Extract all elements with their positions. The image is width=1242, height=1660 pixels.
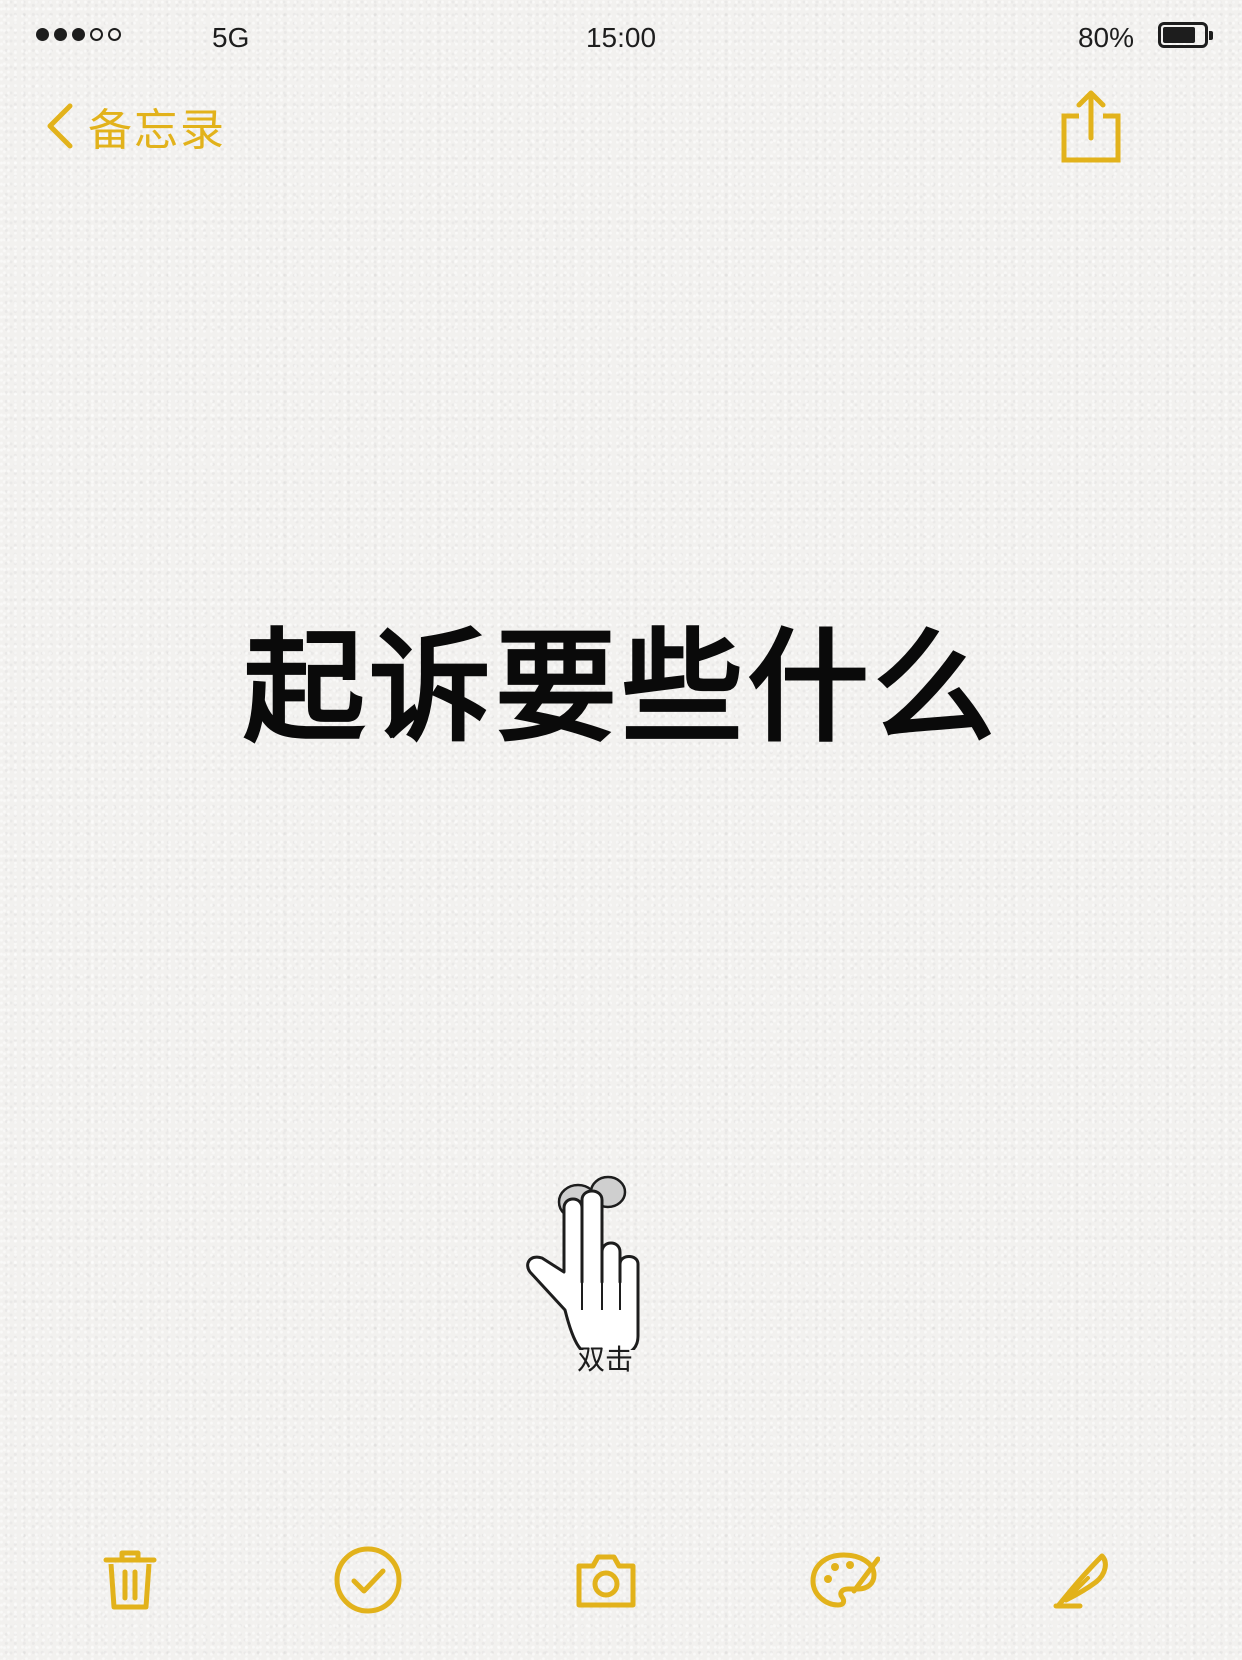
camera-button[interactable] [568,1542,644,1618]
status-bar: 5G 15:00 80% [0,0,1242,76]
trash-icon [100,1548,160,1612]
battery-percent: 80% [1077,22,1134,53]
compose-button[interactable] [1044,1542,1120,1618]
two-finger-tap-hand-icon [520,1160,670,1358]
back-label: 备忘录 [88,106,226,155]
battery-level-fill [1163,27,1195,43]
double-tap-label: 双击 [576,1344,633,1375]
markup-button[interactable] [806,1542,882,1618]
clock: 15:00 [585,22,657,53]
checklist-button[interactable] [330,1542,406,1618]
bottom-toolbar [0,1520,1242,1660]
share-button[interactable] [1058,90,1124,164]
chevron-left-icon [44,102,74,150]
share-icon [1058,90,1124,168]
back-button[interactable]: 备忘录 [44,96,226,156]
palette-icon [808,1549,880,1611]
battery-icon [1158,22,1213,48]
double-tap-hint: 双击 [520,1160,670,1380]
delete-button[interactable] [92,1542,168,1618]
pen-icon [1050,1548,1114,1612]
camera-icon [573,1550,639,1610]
checklist-icon [333,1545,403,1615]
note-title: 起诉要些什么 [243,620,999,756]
